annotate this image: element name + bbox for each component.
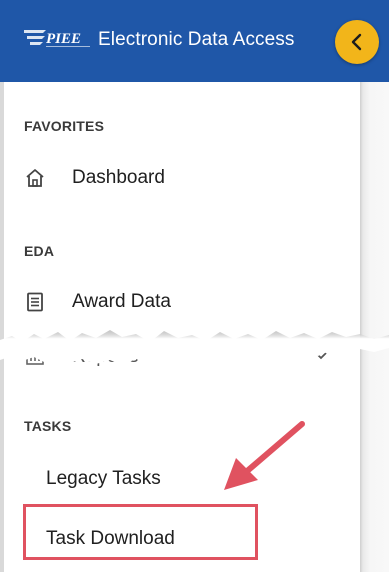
section-heading-favorites: FAVORITES bbox=[24, 118, 105, 134]
sidebar-item-label: Dashboard bbox=[72, 167, 165, 188]
piee-logo: PIEE bbox=[24, 27, 94, 51]
torn-image-overlay bbox=[0, 330, 389, 365]
collapse-sidebar-button[interactable] bbox=[335, 20, 379, 64]
sidebar-item-label: Award Data bbox=[72, 291, 171, 312]
highlight-box bbox=[23, 504, 258, 560]
app-header: PIEE Electronic Data Access bbox=[0, 0, 389, 82]
svg-text:PIEE: PIEE bbox=[46, 31, 81, 47]
app-title: Electronic Data Access bbox=[98, 29, 295, 50]
arrow-icon bbox=[224, 421, 305, 490]
chevron-left-icon bbox=[351, 33, 362, 51]
sidebar-item-legacy-tasks[interactable]: Legacy Tasks bbox=[46, 468, 161, 490]
section-heading-tasks: TASKS bbox=[24, 418, 72, 434]
sidebar-item-dashboard[interactable]: Dashboard bbox=[24, 161, 165, 195]
home-icon bbox=[24, 167, 46, 189]
sidebar-item-award-data[interactable]: Award Data bbox=[24, 285, 171, 319]
document-icon bbox=[24, 291, 46, 313]
section-heading-eda: EDA bbox=[24, 243, 55, 259]
